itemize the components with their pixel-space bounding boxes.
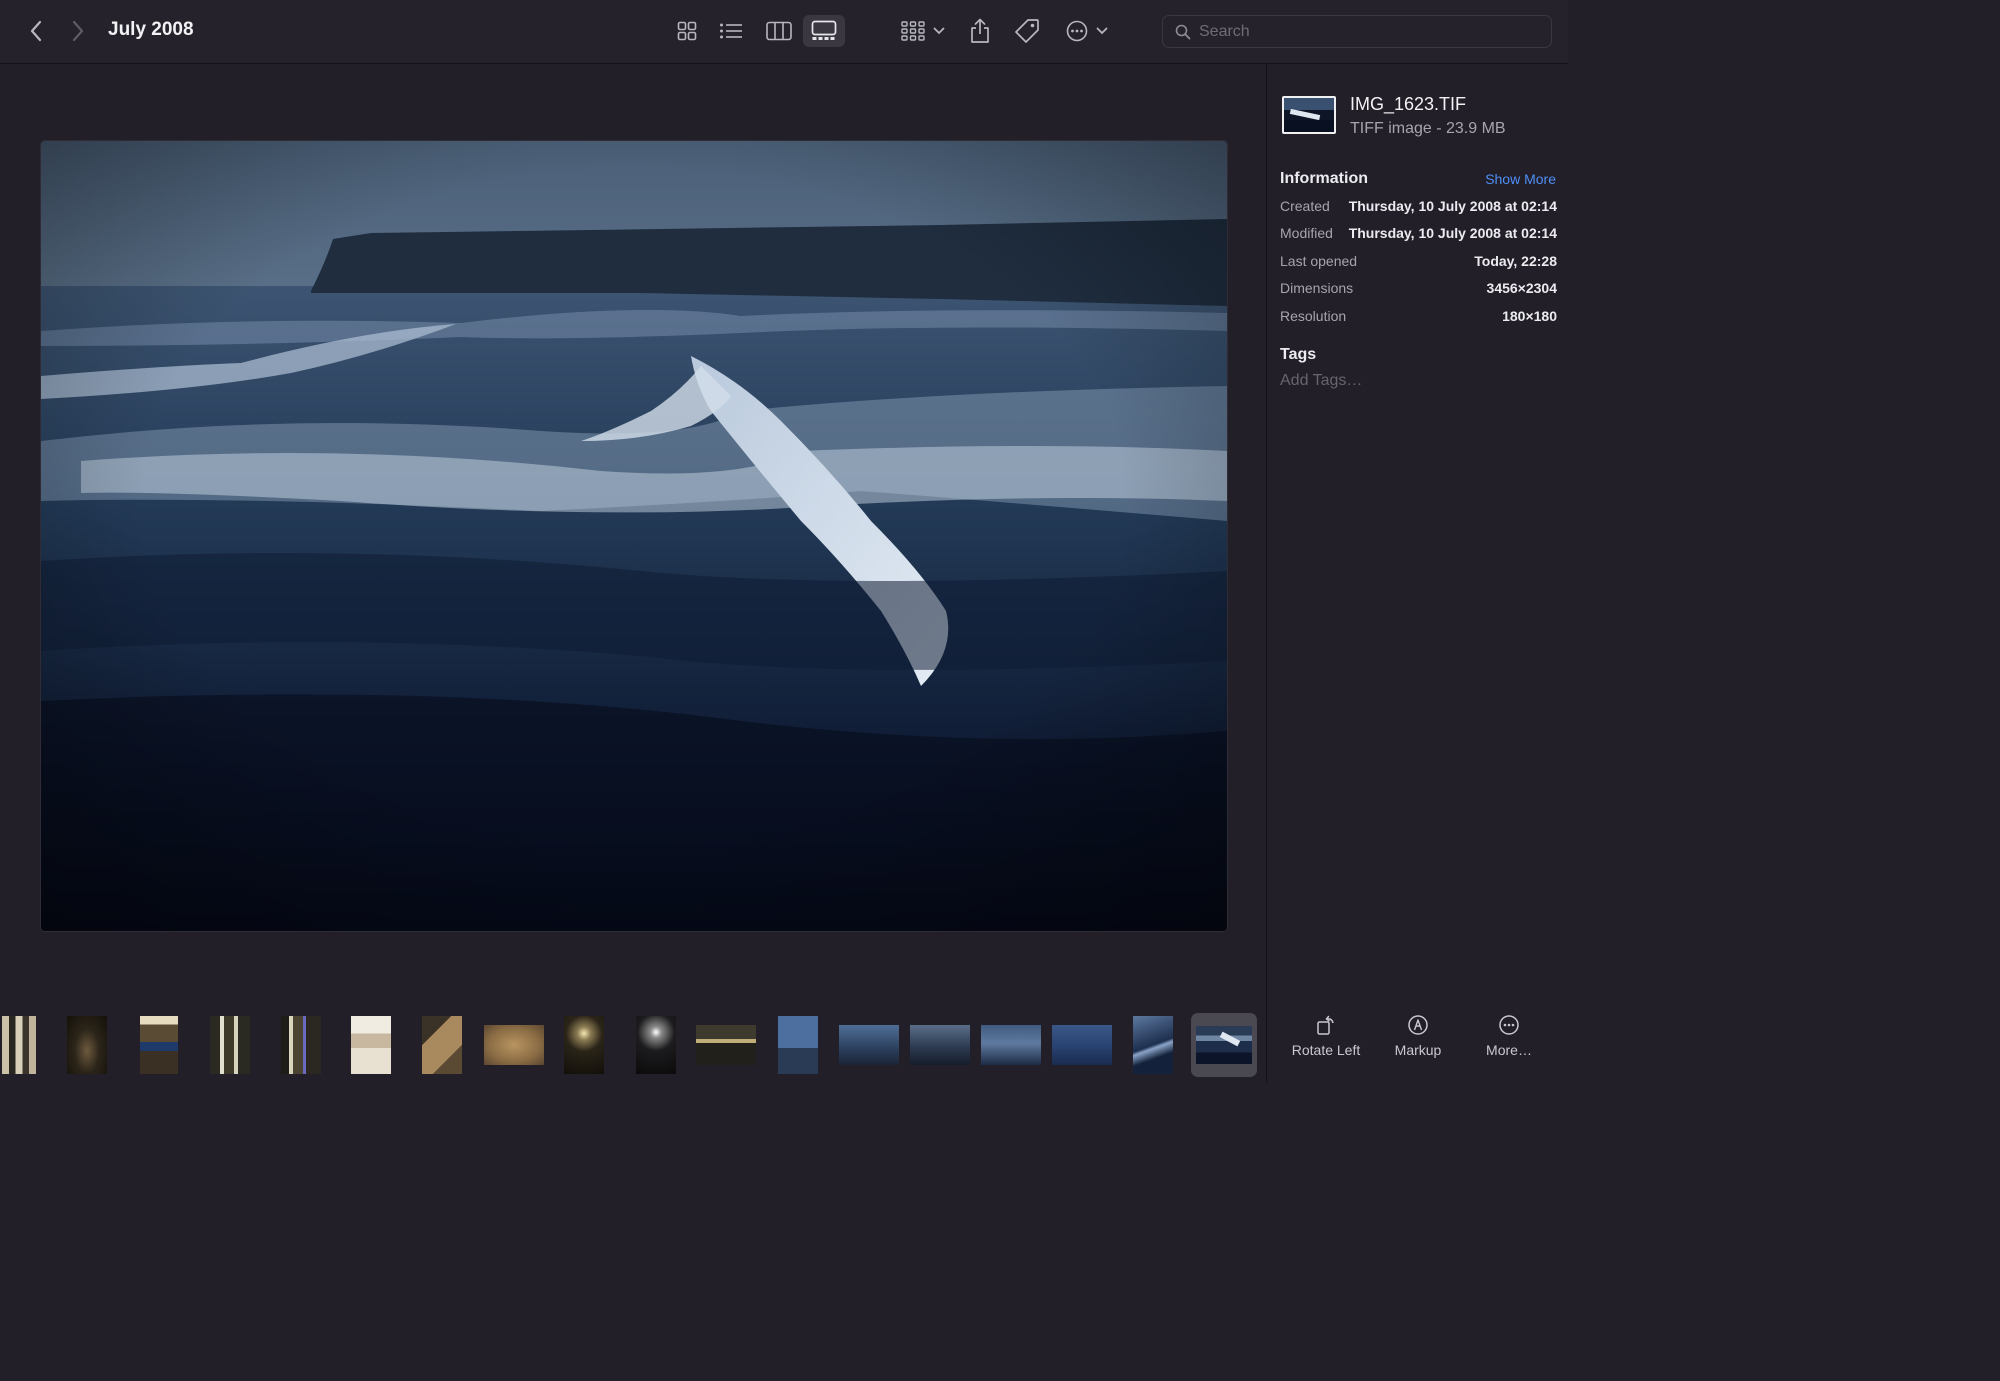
info-key: Modified [1280,225,1333,241]
more-button[interactable]: More… [1464,1014,1554,1070]
more-label: More… [1486,1042,1532,1058]
column-view-icon [766,21,792,41]
search-input[interactable] [1199,22,1529,41]
share-icon [971,18,989,43]
file-name: IMG_1623.TIF [1350,94,1467,114]
list-view-button[interactable] [716,17,746,45]
tag-icon [1015,19,1039,43]
filmstrip-thumbnail[interactable] [1052,1025,1112,1065]
rotate-left-label: Rotate Left [1291,1042,1361,1058]
rotate-left-icon [1317,1015,1334,1035]
chevron-down-icon [1096,27,1108,35]
group-by-icon [901,21,925,41]
icon-view-icon [677,21,697,41]
info-row-created: Created Thursday, 10 July 2008 at 02:14 [1280,198,1557,218]
markup-icon [1408,1015,1428,1035]
filmstrip-thumbnail[interactable] [210,1016,250,1074]
info-value: 3456×2304 [1486,280,1557,296]
wave-photo [41,141,1227,931]
filmstrip-thumbnail[interactable] [696,1025,756,1065]
add-tags-field[interactable]: Add Tags… [1280,372,1362,390]
list-view-icon [720,23,742,39]
gallery-view-icon [811,20,837,40]
markup-label: Markup [1394,1042,1442,1058]
image-preview[interactable] [41,141,1227,931]
filmstrip-thumbnail[interactable] [636,1016,676,1074]
info-value: Thursday, 10 July 2008 at 02:14 [1348,225,1557,241]
filmstrip-thumbnail[interactable] [140,1016,178,1074]
column-view-button[interactable] [762,17,796,45]
group-by-button[interactable] [898,17,948,45]
chevron-right-icon [72,20,84,42]
filmstrip-thumbnail[interactable] [281,1016,321,1074]
info-row-modified: Modified Thursday, 10 July 2008 at 02:14 [1280,225,1557,245]
ellipsis-circle-icon [1066,20,1088,42]
filmstrip-thumbnail[interactable] [1133,1016,1173,1074]
icon-view-button[interactable] [672,17,702,45]
filmstrip-thumbnail[interactable] [67,1016,107,1074]
forward-button[interactable] [66,18,90,44]
information-heading: Information [1280,170,1368,187]
filmstrip-thumbnail[interactable] [910,1025,970,1065]
rotate-left-button[interactable]: Rotate Left [1281,1014,1371,1070]
info-key: Created [1280,198,1330,214]
info-key: Last opened [1280,253,1358,269]
filmstrip-thumbnail[interactable] [839,1025,899,1065]
show-more-link[interactable]: Show More [1485,171,1556,187]
chevron-left-icon [30,20,42,42]
info-value: Thursday, 10 July 2008 at 02:14 [1348,198,1557,214]
info-row-last-opened: Last opened Today, 22:28 [1280,253,1557,273]
info-value: Today, 22:28 [1474,253,1557,269]
back-button[interactable] [24,18,48,44]
gallery-view-button[interactable] [803,15,845,47]
filmstrip-thumbnail-selected[interactable] [1191,1013,1257,1077]
chevron-down-icon [933,27,945,35]
filmstrip-thumbnail[interactable] [422,1016,462,1074]
filmstrip-thumbnail[interactable] [351,1016,391,1074]
info-row-dimensions: Dimensions 3456×2304 [1280,280,1557,300]
info-key: Dimensions [1280,280,1354,296]
tag-button[interactable] [1012,16,1042,46]
inspector-sidebar: IMG_1623.TIF TIFF image - 23.9 MB Inform… [1266,64,1568,1083]
ellipsis-circle-icon [1499,1015,1519,1035]
action-menu-button[interactable] [1062,16,1112,46]
filmstrip-thumbnail[interactable] [484,1025,544,1065]
filmstrip [0,1004,1266,1083]
filmstrip-thumbnail[interactable] [564,1016,604,1074]
window-title: July 2008 [108,19,194,40]
filmstrip-thumbnail[interactable] [2,1016,36,1074]
toolbar: July 2008 [0,0,1568,64]
file-thumbnail [1282,96,1336,134]
info-key: Resolution [1280,308,1347,324]
share-button[interactable] [965,15,995,47]
info-row-resolution: Resolution 180×180 [1280,308,1557,328]
filmstrip-thumbnail[interactable] [981,1025,1041,1065]
markup-button[interactable]: Markup [1373,1014,1463,1070]
search-icon [1175,24,1191,39]
filmstrip-thumbnail[interactable] [778,1016,818,1074]
info-value: 180×180 [1502,308,1557,324]
file-kind: TIFF image - 23.9 MB [1350,120,1506,137]
search-field[interactable] [1162,15,1552,48]
tags-heading: Tags [1280,346,1317,363]
